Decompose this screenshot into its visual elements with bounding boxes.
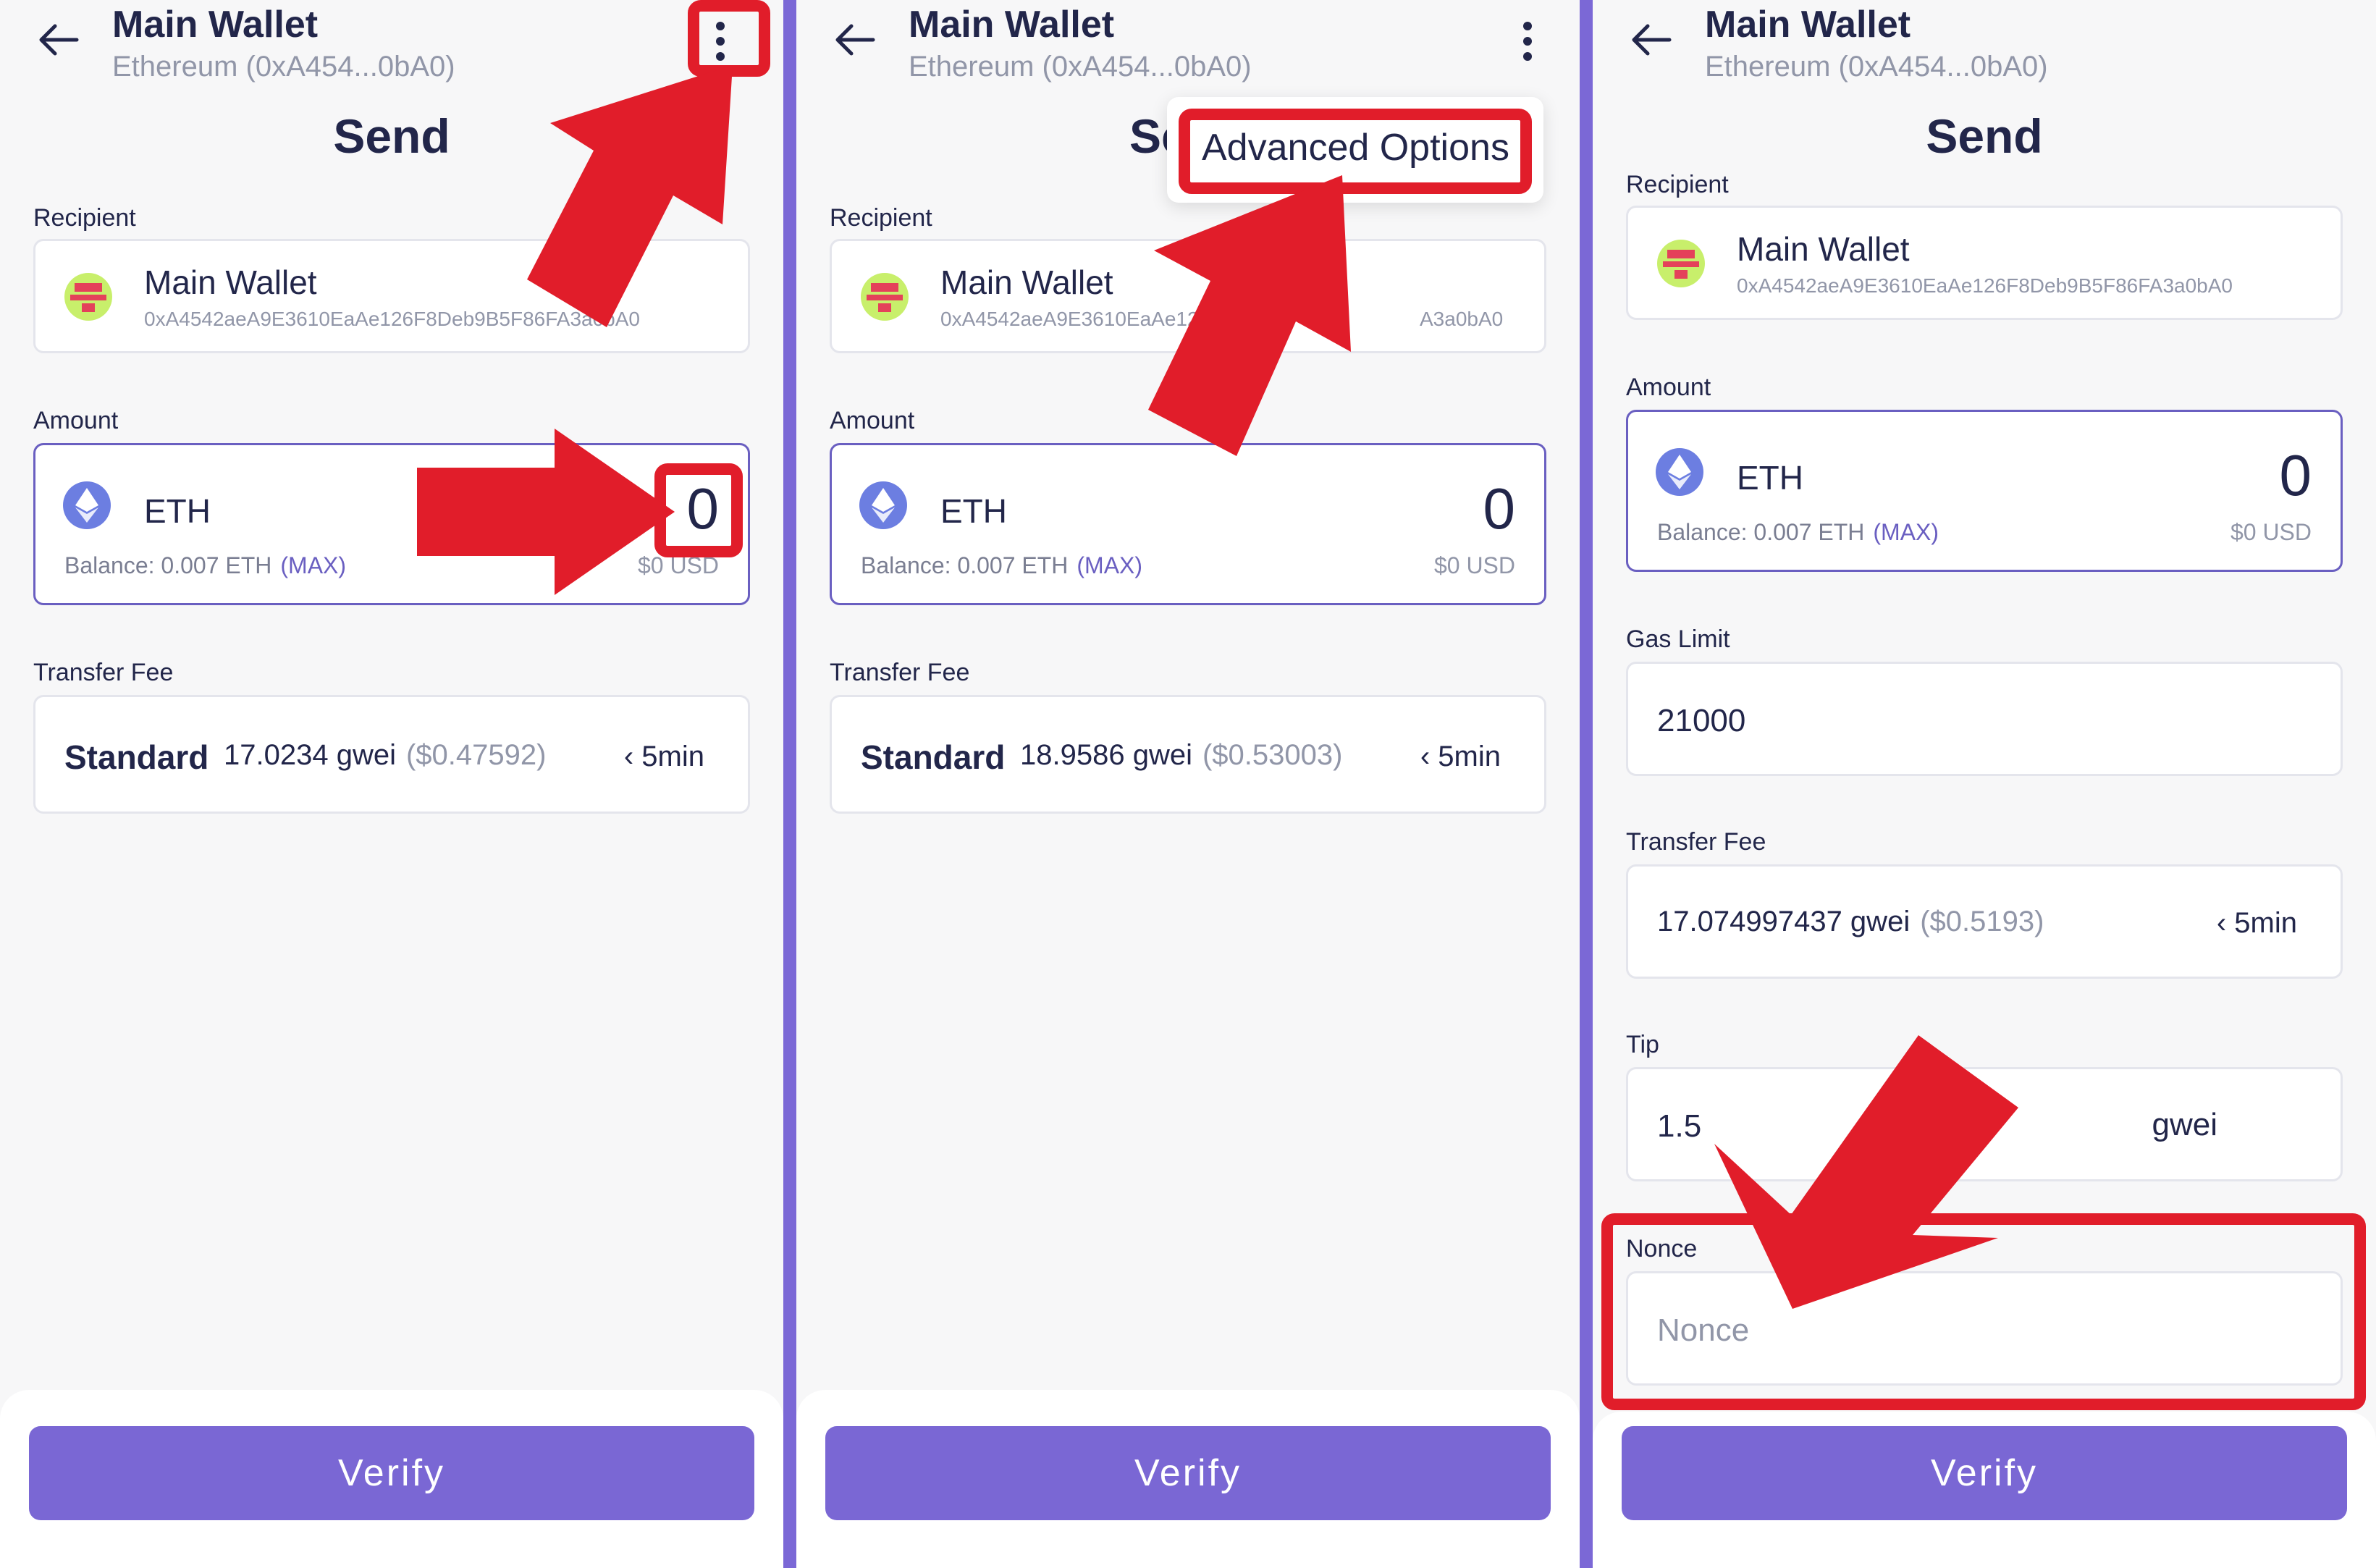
back-arrow-icon[interactable] [36,22,80,58]
fee-time: ‹ 5min [2216,907,2297,939]
wallet-title: Main Wallet [1705,4,1911,46]
balance-label: Balance: [861,552,951,578]
fee-amount: 18.9586 gwei ($0.53003) [1020,739,1342,772]
balance-value: 0.007 ETH [161,552,272,578]
balance: Balance: 0.007 ETH (MAX) [64,552,346,579]
amount-input[interactable]: 0 [1483,476,1516,542]
transfer-fee-field[interactable]: Standard 17.0234 gwei ($0.47592) ‹ 5min [33,695,750,814]
gas-limit-field[interactable]: 21000 [1626,662,2343,776]
usd-value: $0 USD [1433,552,1515,578]
recipient-label: Recipient [1626,171,1729,198]
tip-unit: gwei [2152,1107,2218,1142]
fee-time: ‹ 5min [1420,741,1501,772]
arrow-pointer-icon [1714,1035,2018,1309]
arrow-pointer-icon [1148,175,1351,456]
transfer-fee-label: Transfer Fee [830,659,970,686]
recipient-label: Recipient [830,204,932,232]
fee-usd: ($0.47592) [405,739,547,771]
amount-input[interactable]: 0 [2280,442,2312,509]
ethereum-icon [1656,448,1703,496]
recipient-name: Main Wallet [1737,230,1910,268]
max-button[interactable]: (MAX) [1077,552,1142,578]
more-vertical-icon[interactable] [1520,20,1535,62]
arrow-pointer-icon [527,65,733,327]
fee-time: ‹ 5min [623,741,704,772]
fee-usd: ($0.5193) [1920,906,2044,937]
fee-gwei: 17.074997437 gwei [1657,906,1911,937]
fee-gwei: 17.0234 gwei [224,739,396,771]
wallet-network-address: Ethereum (0xA454...0bA0) [909,51,1252,83]
usd-value: $0 USD [2230,519,2312,545]
fee-amount: 17.0234 gwei ($0.47592) [224,739,546,772]
ethereum-icon [63,481,111,529]
verify-button[interactable]: Verify [1622,1426,2347,1520]
token-symbol: ETH [940,492,1007,530]
arrow-pointer-icon [417,429,675,595]
fee-tier: Standard [861,738,1006,776]
recipient-label: Recipient [33,204,136,232]
wallet-title: Main Wallet [909,4,1115,46]
amount-label: Amount [33,407,119,434]
page-title: Send [1926,109,2043,163]
back-arrow-icon[interactable] [1629,22,1672,58]
fee-gwei: 18.9586 gwei [1020,739,1192,771]
recipient-field[interactable]: Main Wallet 0xA4542aeA9E3610EaAe126F8Deb… [1626,206,2343,320]
recipient-address-tail: A3a0bA0 [1420,308,1504,330]
amount-field[interactable]: ETH 0 Balance: 0.007 ETH (MAX) $0 USD [1626,410,2343,572]
send-screen-step-1: Main Wallet Ethereum (0xA454...0bA0) Sen… [0,0,783,1568]
wallet-network-address: Ethereum (0xA454...0bA0) [112,51,455,83]
transfer-fee-field[interactable]: Standard 18.9586 gwei ($0.53003) ‹ 5min [830,695,1546,814]
wallet-title: Main Wallet [112,4,319,46]
token-symbol: ETH [144,492,211,530]
balance: Balance: 0.007 ETH (MAX) [1657,519,1939,546]
fee-amount: 17.074997437 gwei ($0.5193) [1657,906,2044,938]
recipient-name: Main Wallet [144,264,317,301]
balance-value: 0.007 ETH [957,552,1069,578]
fee-tier: Standard [64,738,209,776]
tip-label: Tip [1626,1031,1659,1058]
max-button[interactable]: (MAX) [280,552,346,578]
balance-value: 0.007 ETH [1753,519,1865,545]
recipient-address: 0xA4542aeA9E3610EaAe126F8Deb9B5F86FA3a0b… [1737,274,2233,297]
amount-field[interactable]: ETH 0 Balance: 0.007 ETH (MAX) $0 USD [830,443,1546,605]
header: Main Wallet Ethereum (0xA454...0bA0) [796,0,1580,94]
wallet-network-address: Ethereum (0xA454...0bA0) [1705,51,2048,83]
balance-label: Balance: [64,552,155,578]
balance: Balance: 0.007 ETH (MAX) [861,552,1142,579]
max-button[interactable]: (MAX) [1873,519,1939,545]
ethereum-icon [859,481,907,529]
transfer-fee-field[interactable]: 17.074997437 gwei ($0.5193) ‹ 5min [1626,864,2343,979]
identicon-avatar [861,273,909,321]
identicon-avatar [1657,240,1705,287]
identicon-avatar [64,273,112,321]
fee-usd: ($0.53003) [1202,739,1343,771]
header: Main Wallet Ethereum (0xA454...0bA0) [1593,0,2376,94]
back-arrow-icon[interactable] [833,22,876,58]
verify-button[interactable]: Verify [825,1426,1551,1520]
gas-limit-label: Gas Limit [1626,625,1730,653]
recipient-name: Main Wallet [940,264,1113,301]
transfer-fee-label: Transfer Fee [33,659,174,686]
verify-button[interactable]: Verify [29,1426,754,1520]
gas-limit-value: 21000 [1657,703,1746,738]
token-symbol: ETH [1737,459,1803,497]
transfer-fee-label: Transfer Fee [1626,828,1766,856]
tip-value: 1.5 [1657,1108,1702,1144]
amount-label: Amount [830,407,915,434]
balance-label: Balance: [1657,519,1748,545]
amount-label: Amount [1626,374,1711,401]
send-screen-step-3: Main Wallet Ethereum (0xA454...0bA0) Sen… [1593,0,2376,1568]
